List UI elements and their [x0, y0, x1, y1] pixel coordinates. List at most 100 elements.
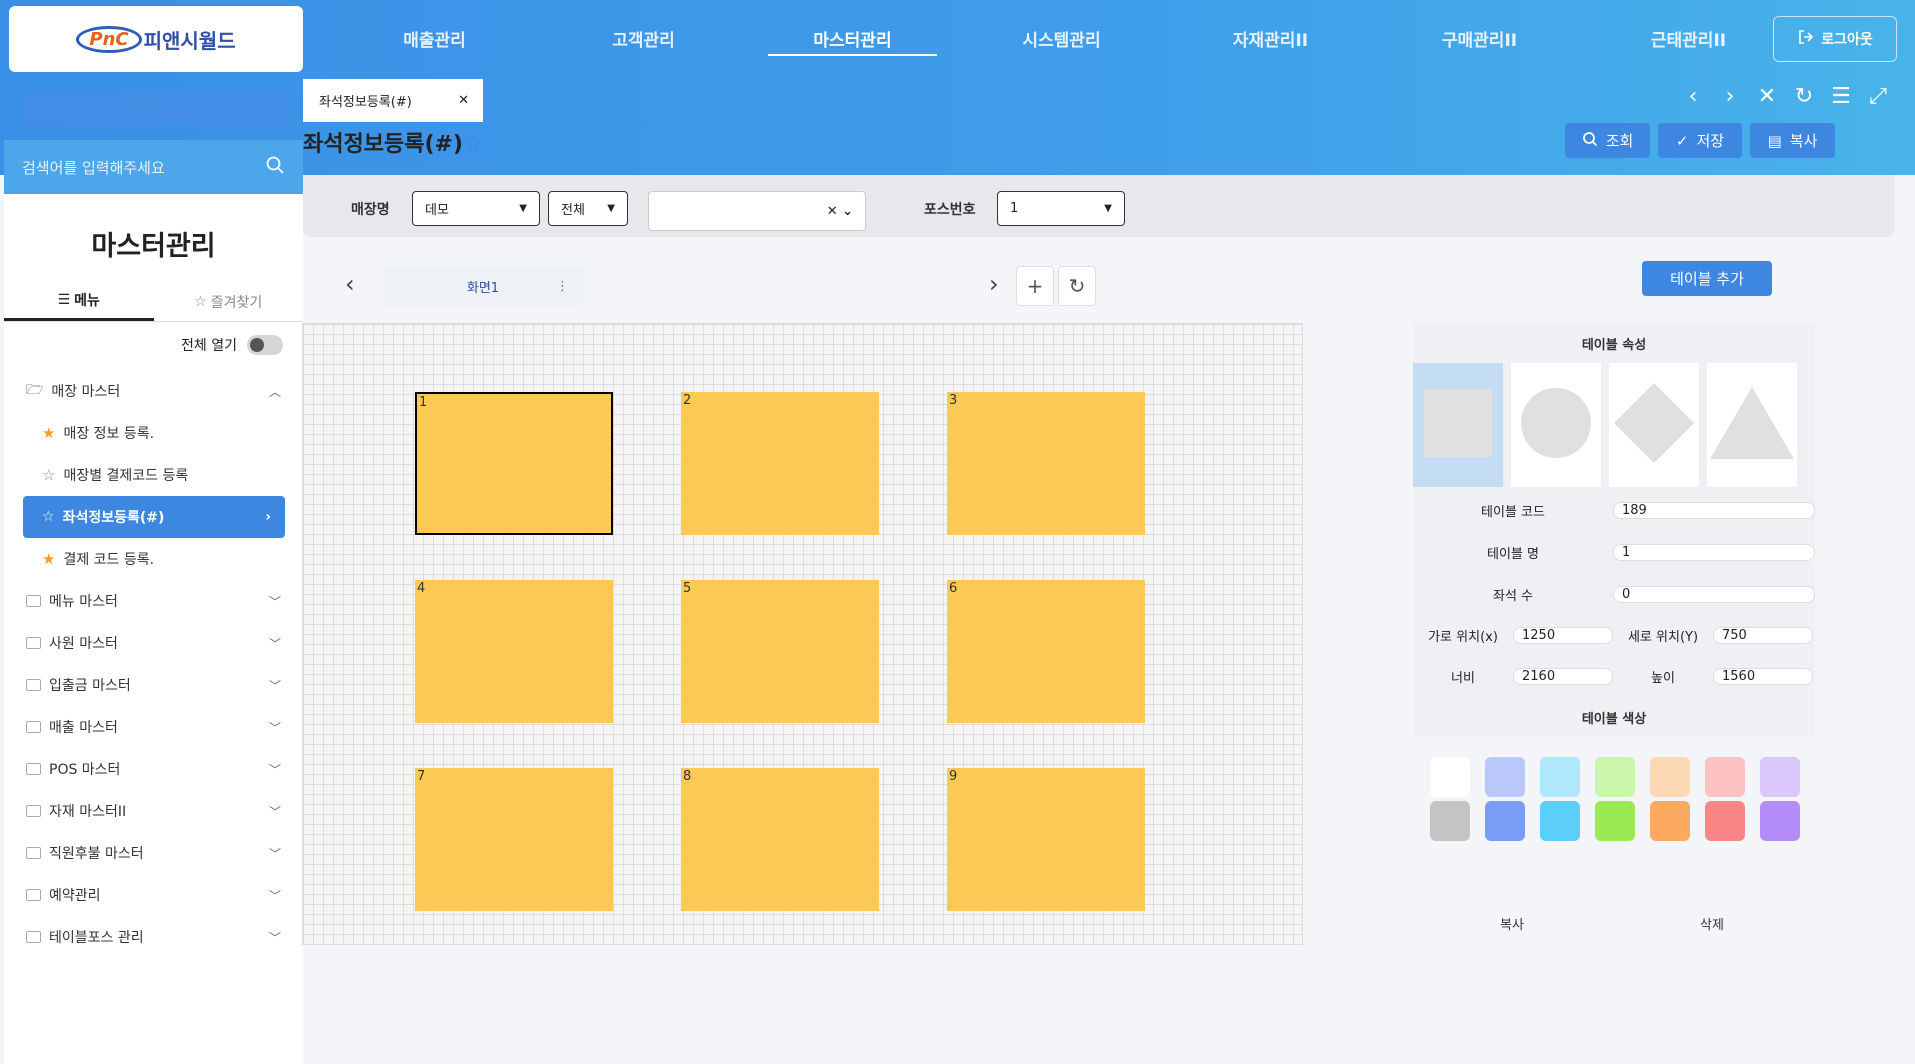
- color-swatch[interactable]: [1485, 801, 1525, 841]
- chevron-down-icon: ▼: [519, 203, 527, 214]
- menu-item-store-info[interactable]: ★ 매장 정보 등록.: [4, 412, 303, 454]
- add-screen-button[interactable]: +: [1016, 266, 1054, 306]
- menu-search-input[interactable]: 검색어를 입력해주세요: [4, 140, 303, 194]
- copy-table-button[interactable]: 복사: [1500, 914, 1524, 933]
- seat-table[interactable]: 2: [681, 392, 879, 535]
- seat-table[interactable]: 6: [947, 580, 1145, 723]
- screen-chip[interactable]: 화면1 ⋮: [383, 266, 583, 306]
- color-swatch[interactable]: [1595, 801, 1635, 841]
- seat-table[interactable]: 7: [415, 768, 613, 911]
- star-outline-icon[interactable]: ☆: [42, 509, 55, 525]
- store-select[interactable]: 데모 ▼: [412, 191, 540, 226]
- chevron-down-icon: ﹀: [268, 930, 281, 945]
- color-swatch[interactable]: [1430, 757, 1470, 797]
- menu-group-store-master[interactable]: 🗁 매장 마스터 ︿: [4, 370, 303, 412]
- seat-layout-canvas[interactable]: 1 2 3 4 5 6 7 8 9: [302, 323, 1303, 945]
- color-swatch[interactable]: [1650, 757, 1690, 797]
- nav-sales[interactable]: 매출관리: [330, 0, 539, 76]
- fullscreen-icon[interactable]: ⤢: [1867, 84, 1889, 109]
- logout-button[interactable]: 로그아웃: [1773, 16, 1897, 62]
- table-code-field[interactable]: 189: [1613, 501, 1815, 519]
- seat-table[interactable]: 4: [415, 580, 613, 723]
- menu-group-pos-master[interactable]: POS 마스터 ﹀: [4, 748, 303, 790]
- chevron-left-icon[interactable]: ‹: [1682, 84, 1704, 109]
- seat-count-field[interactable]: 0: [1613, 585, 1815, 603]
- color-swatch[interactable]: [1705, 757, 1745, 797]
- query-button[interactable]: 조회: [1565, 123, 1650, 158]
- menu-group-cash-master[interactable]: 입출금 마스터 ﹀: [4, 664, 303, 706]
- menu-item-seat-info[interactable]: ☆ 좌석정보등록(#) ›: [23, 496, 285, 538]
- menu-group-table-pos[interactable]: 테이블포스 관리 ﹀: [4, 916, 303, 958]
- menu-group-deferred-master[interactable]: 직원후불 마스터 ﹀: [4, 832, 303, 874]
- clear-chevron-icon[interactable]: ✕ ⌄: [827, 204, 853, 219]
- close-all-icon[interactable]: ✕: [1756, 84, 1778, 109]
- menu-group-sales-master[interactable]: 매출 마스터 ﹀: [4, 706, 303, 748]
- menu-group-employee-master[interactable]: 사원 마스터 ﹀: [4, 622, 303, 664]
- add-table-button[interactable]: 테이블 추가: [1642, 261, 1772, 296]
- menu-item-payment-code[interactable]: ★ 결제 코드 등록.: [4, 538, 303, 580]
- tab-menu[interactable]: ☰ 메뉴: [4, 282, 154, 321]
- menu-group-menu-master[interactable]: 메뉴 마스터 ﹀: [4, 580, 303, 622]
- seat-table[interactable]: 9: [947, 768, 1145, 911]
- menu-item-payment-code-by-store[interactable]: ☆ 매장별 결제코드 등록: [4, 454, 303, 496]
- nav-attendance[interactable]: 근태관리II: [1584, 0, 1793, 76]
- scope-select[interactable]: 전체 ▼: [548, 191, 628, 226]
- color-swatch[interactable]: [1705, 801, 1745, 841]
- action-buttons: 조회 ✓ 저장 ▤ 복사: [1565, 123, 1835, 158]
- color-swatch[interactable]: [1540, 757, 1580, 797]
- expand-all-toggle[interactable]: [247, 335, 283, 355]
- screen-name: 화면1: [466, 280, 500, 296]
- list-icon[interactable]: ☰: [1830, 84, 1852, 109]
- copy-button[interactable]: ▤ 복사: [1750, 123, 1835, 158]
- prev-screen-icon[interactable]: ‹: [345, 270, 355, 298]
- nav-materials[interactable]: 자재관리II: [1166, 0, 1375, 76]
- pos-y-field[interactable]: 750: [1713, 626, 1813, 644]
- shape-diamond-option[interactable]: [1609, 363, 1699, 487]
- pos-select[interactable]: 1 ▼: [997, 191, 1125, 226]
- seat-table[interactable]: 8: [681, 768, 879, 911]
- star-filled-icon[interactable]: ★: [42, 424, 55, 442]
- star-outline-icon[interactable]: ☆: [42, 466, 55, 484]
- chevron-right-icon[interactable]: ›: [1719, 84, 1741, 109]
- more-vertical-icon[interactable]: ⋮: [556, 279, 569, 294]
- save-button[interactable]: ✓ 저장: [1658, 123, 1742, 158]
- nav-system[interactable]: 시스템관리: [957, 0, 1166, 76]
- search-icon[interactable]: [265, 155, 285, 179]
- menu-group-reservation[interactable]: 예약관리 ﹀: [4, 874, 303, 916]
- menu-group-label: 메뉴 마스터: [49, 594, 118, 610]
- star-filled-icon[interactable]: ★: [42, 550, 55, 568]
- document-tab[interactable]: 좌석정보등록(#) ✕: [303, 79, 483, 122]
- tab-favorites[interactable]: ☆ 즐겨찾기: [154, 282, 304, 321]
- menu-item-label: 결제 코드 등록.: [63, 552, 155, 568]
- color-swatch[interactable]: [1760, 757, 1800, 797]
- delete-table-button[interactable]: 삭제: [1700, 914, 1724, 933]
- menu-group-material-master[interactable]: 자재 마스터II ﹀: [4, 790, 303, 832]
- close-icon[interactable]: ✕: [458, 93, 469, 108]
- nav-master[interactable]: 마스터관리: [748, 0, 957, 76]
- nav-purchase[interactable]: 구매관리II: [1375, 0, 1584, 76]
- seat-table[interactable]: 5: [681, 580, 879, 723]
- color-swatch[interactable]: [1540, 801, 1580, 841]
- next-screen-icon[interactable]: ›: [989, 270, 999, 298]
- refresh-icon[interactable]: ↻: [1793, 84, 1815, 109]
- width-field[interactable]: 2160: [1513, 667, 1613, 685]
- logo[interactable]: PnC 피앤시월드: [9, 6, 303, 72]
- color-swatch[interactable]: [1430, 801, 1470, 841]
- favorite-star-icon[interactable]: ☆: [463, 132, 483, 157]
- refresh-screen-button[interactable]: ↻: [1058, 266, 1096, 306]
- nav-customer[interactable]: 고객관리: [539, 0, 748, 76]
- color-swatch[interactable]: [1485, 757, 1525, 797]
- shape-triangle-option[interactable]: [1707, 363, 1797, 487]
- table-name-field[interactable]: 1: [1613, 543, 1815, 561]
- height-field[interactable]: 1560: [1713, 667, 1813, 685]
- pos-x-field[interactable]: 1250: [1513, 626, 1613, 644]
- color-swatch[interactable]: [1595, 757, 1635, 797]
- logo-mark: PnC: [76, 25, 142, 53]
- seat-table[interactable]: 3: [947, 392, 1145, 535]
- color-swatch[interactable]: [1760, 801, 1800, 841]
- shape-square-option[interactable]: [1413, 363, 1503, 487]
- combo-select[interactable]: ✕ ⌄: [648, 191, 866, 231]
- seat-table[interactable]: 1: [415, 392, 613, 535]
- shape-circle-option[interactable]: [1511, 363, 1601, 487]
- color-swatch[interactable]: [1650, 801, 1690, 841]
